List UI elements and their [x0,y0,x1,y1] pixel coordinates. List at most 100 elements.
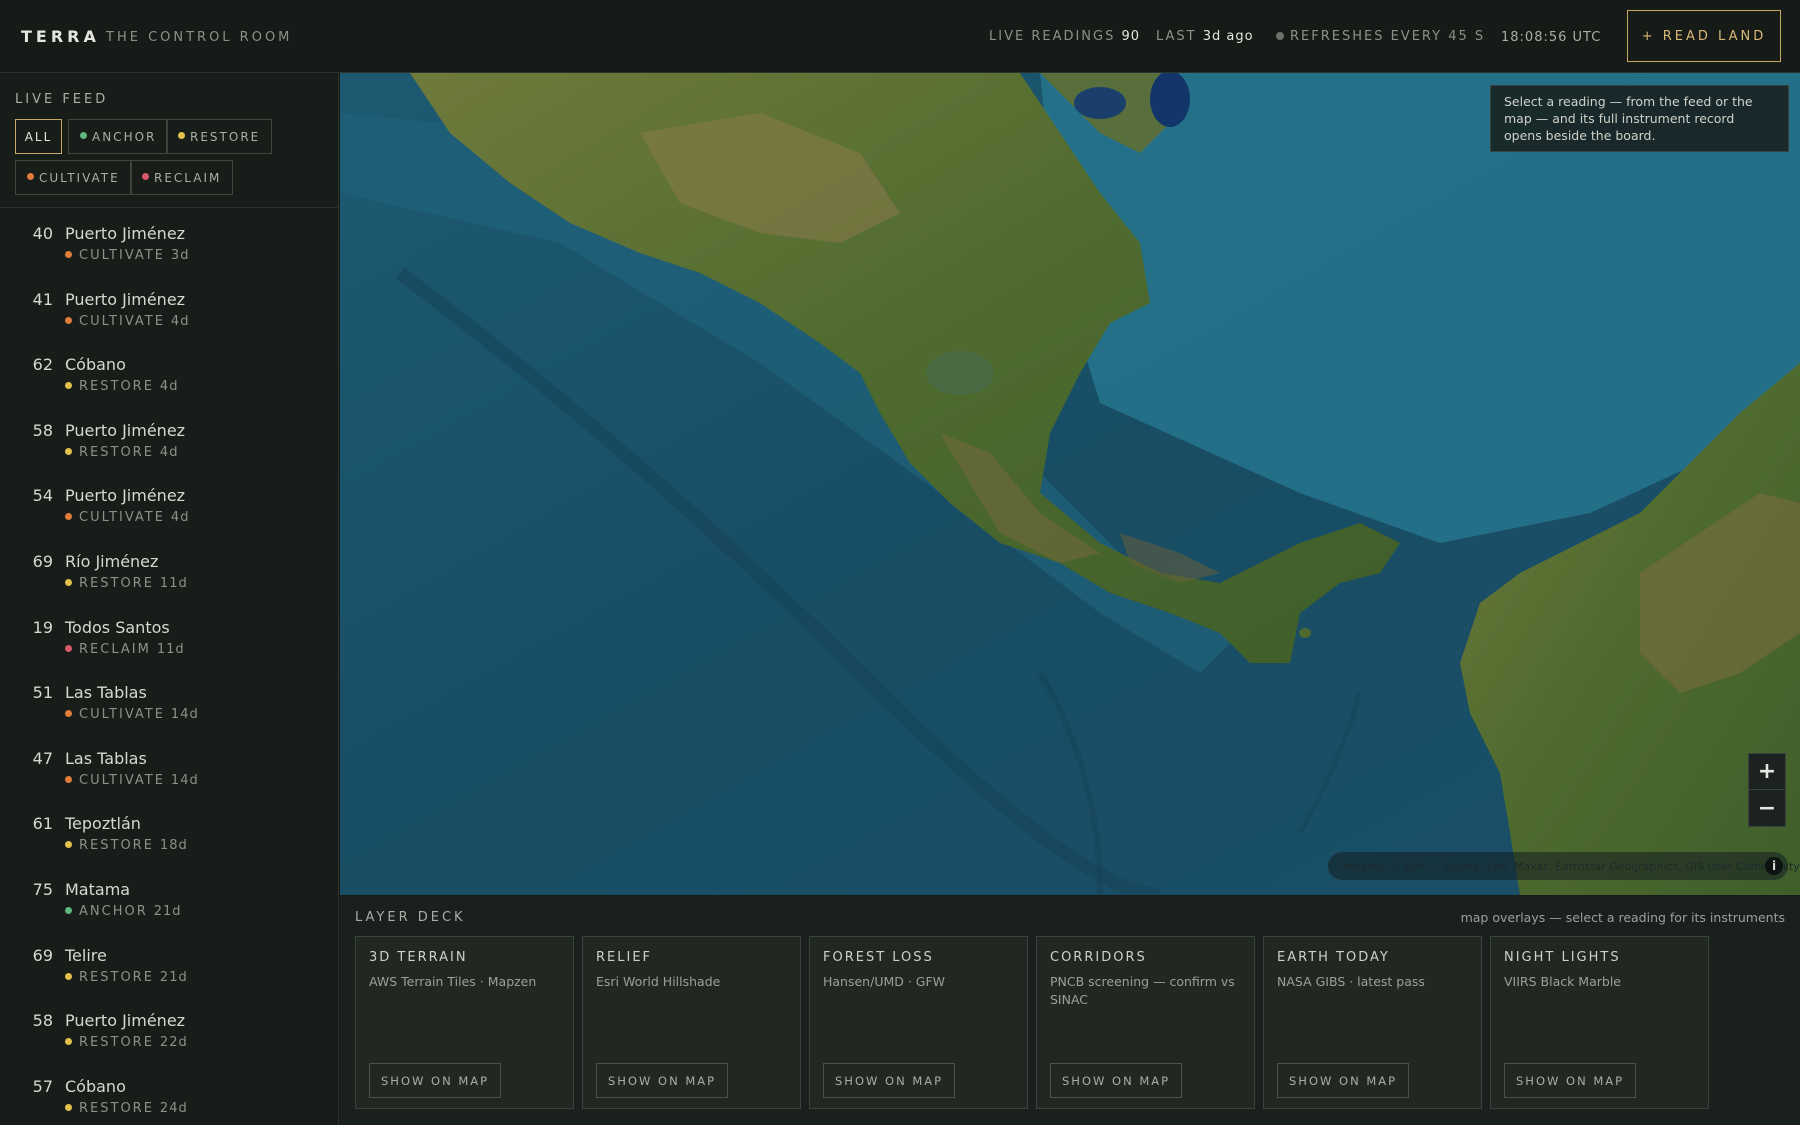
feed-item[interactable]: 54 Puerto Jiménez CULTIVATE 4d [0,475,338,541]
feed-item[interactable]: 61 Tepoztlán RESTORE 18d [0,803,338,869]
feed-item[interactable]: 19 Todos Santos RECLAIM 11d [0,607,338,673]
reading-place: Puerto Jiménez [65,486,186,506]
reading-category: ANCHOR [79,903,148,919]
satellite-map[interactable]: Select a reading — from the feed or the … [340,73,1800,895]
reading-meta: RESTORE 4d [65,379,178,394]
reading-place: Las Tablas [65,748,147,768]
filter-reclaim[interactable]: RECLAIM [130,160,234,195]
feed-item[interactable]: 40 Puerto Jiménez CULTIVATE 3d [0,213,338,279]
feed-item[interactable]: 57 Cóbano RESTORE 24d [0,1066,338,1125]
reading-age: 4d [159,379,179,395]
reading-place: Cóbano [65,355,126,375]
layer-card-title: RELIEF [596,950,653,965]
reading-meta: RESTORE 22d [65,1035,188,1050]
reading-meta: RESTORE 18d [65,838,188,853]
reading-age: 4d [170,313,190,329]
layer-card-title: 3D TERRAIN [369,950,468,965]
reading-place: Río Jiménez [65,551,159,571]
show-on-map-button[interactable]: SHOW ON MAP [369,1063,502,1098]
zoom-in-button[interactable]: + [1749,754,1785,790]
zoom-control: + − [1748,753,1786,827]
reading-category: CULTIVATE [79,313,165,329]
reading-category: RESTORE [79,575,154,591]
layer-card-title: EARTH TODAY [1277,950,1390,965]
reading-category: CULTIVATE [79,772,165,788]
filter-anchor[interactable]: ANCHOR [68,119,169,154]
reading-age: 21d [159,969,188,985]
reading-age: 3d [170,248,190,263]
reading-category: CULTIVATE [79,510,165,526]
utc-clock: 18:08:56 UTC [1501,30,1602,45]
reading-meta: CULTIVATE 14d [65,707,199,722]
category-dot-icon [65,316,72,324]
reading-category: RESTORE [79,1035,154,1051]
layer-card-earth-today: EARTH TODAY NASA GIBS · latest pass SHOW O… [1263,936,1482,1109]
show-on-map-button[interactable]: SHOW ON MAP [823,1063,956,1098]
reading-category: RESTORE [79,444,154,460]
reading-meta: CULTIVATE 4d [65,510,189,525]
last-reading-stat: LAST 3d ago [1156,29,1254,44]
reading-score: 40 [32,224,53,243]
reading-meta: ANCHOR 21d [65,904,182,919]
info-icon[interactable]: i [1765,857,1783,875]
read-land-button[interactable]: + READ LAND [1627,10,1781,62]
last-label: LAST [1156,29,1197,44]
reclaim-dot-icon [142,173,149,180]
category-dot-icon [65,644,72,652]
filter-label: RESTORE [190,129,261,144]
category-dot-icon [65,1038,72,1046]
reading-age: 11d [156,641,185,657]
show-on-map-button[interactable]: SHOW ON MAP [1277,1063,1410,1098]
top-bar: TERRA THE CONTROL ROOM LIVE READINGS 90 … [0,0,1800,73]
reading-score: 69 [32,945,53,965]
reading-age: 11d [159,575,188,591]
reading-place: Todos Santos [65,617,170,637]
filter-all[interactable]: ALL [15,119,62,154]
layer-card-source: NASA GIBS · latest pass [1277,974,1425,989]
layer-deck: LAYER DECK map overlays — select a readi… [340,896,1800,1125]
feed-item[interactable]: 75 Matama ANCHOR 21d [0,869,338,935]
live-readings-label: LIVE READINGS [989,29,1116,44]
reading-score: 57 [32,1076,53,1096]
reading-score: 41 [32,289,53,309]
feed-item[interactable]: 62 Cóbano RESTORE 4d [0,344,338,410]
refresh-status: REFRESHES EVERY 45 S [1276,29,1485,44]
filter-cultivate[interactable]: CULTIVATE [15,160,132,195]
layer-card-night-lights: NIGHT LIGHTS VIIRS Black Marble SHOW ON MA… [1490,936,1709,1109]
category-dot-icon [65,578,72,586]
live-readings-count: 90 [1121,29,1141,44]
map-imagery[interactable] [340,73,1800,895]
reading-category: RESTORE [79,969,154,985]
reading-score: 58 [32,420,53,440]
live-readings-stat: LIVE READINGS 90 [989,29,1140,44]
zoom-out-button[interactable]: − [1749,790,1785,826]
feed-item[interactable]: 47 Las Tablas CULTIVATE 14d [0,738,338,804]
filter-restore[interactable]: RESTORE [166,119,273,154]
reading-score: 69 [32,551,53,571]
reading-score: 19 [32,617,53,637]
feed-item[interactable]: 69 Río Jiménez RESTORE 11d [0,541,338,607]
reading-age: 22d [159,1035,188,1051]
reading-age: 4d [170,510,190,526]
attribution-text: Imagery © Esri — Source: Esri, Maxar, Ea… [1340,859,1800,873]
feed-item[interactable]: 58 Puerto Jiménez RESTORE 22d [0,1000,338,1066]
map-hint-panel: Select a reading — from the feed or the … [1490,85,1789,152]
show-on-map-button[interactable]: SHOW ON MAP [596,1063,729,1098]
cultivate-dot-icon [27,173,34,180]
category-dot-icon [65,841,72,849]
reading-category: CULTIVATE [79,248,165,263]
anchor-dot-icon [80,132,87,139]
feed-item[interactable]: 58 Puerto Jiménez RESTORE 4d [0,410,338,476]
reading-category: CULTIVATE [79,707,165,723]
show-on-map-button[interactable]: SHOW ON MAP [1050,1063,1183,1098]
show-on-map-button[interactable]: SHOW ON MAP [1504,1063,1637,1098]
reading-age: 4d [159,444,179,460]
filter-label: CULTIVATE [39,170,120,185]
feed-item[interactable]: 51 Las Tablas CULTIVATE 14d [0,672,338,738]
feed-item[interactable]: 41 Puerto Jiménez CULTIVATE 4d [0,279,338,345]
feed-item[interactable]: 69 Telire RESTORE 21d [0,935,338,1001]
layer-card-title: CORRIDORS [1050,950,1147,965]
reading-meta: CULTIVATE 3d [65,248,189,263]
category-dot-icon [65,1103,72,1111]
reading-meta: RECLAIM 11d [65,642,185,657]
